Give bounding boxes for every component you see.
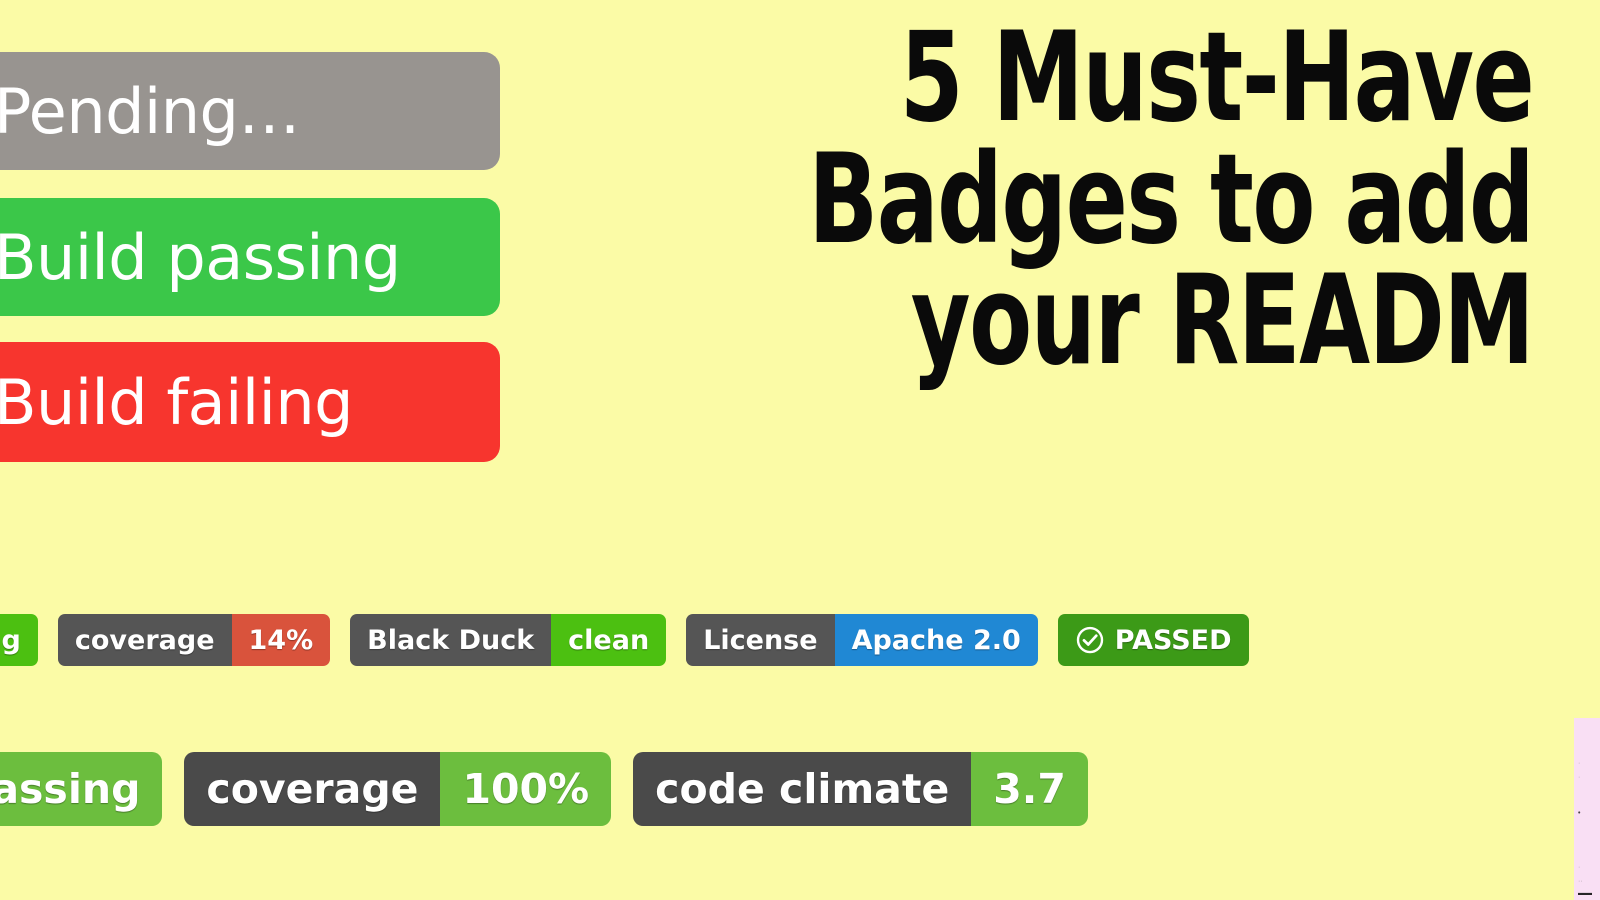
badge-row-middle: sing coverage 14% Black Duck clean Licen… xyxy=(0,614,1249,666)
right-edge-fragment: · xyxy=(1578,774,1581,781)
shield-coverage-14: coverage 14% xyxy=(57,614,331,666)
shield-black-duck: Black Duck clean xyxy=(350,614,667,666)
shield-passed-label: PASSED xyxy=(1114,624,1232,656)
status-badge-build-failing-label: Build failing xyxy=(0,365,354,439)
slide-canvas: Pending… Build passing Build failing 5 M… xyxy=(0,0,1600,900)
badge-row-bottom: passing coverage 100% code climate 3.7 xyxy=(0,752,1088,826)
status-badge-pending: Pending… xyxy=(0,52,500,170)
status-badge-build-passing: Build passing xyxy=(0,198,500,316)
right-edge-fragment: · xyxy=(1578,864,1581,871)
shield-license-apache: License Apache 2.0 xyxy=(686,614,1038,666)
shield-license-apache-value: Apache 2.0 xyxy=(834,614,1038,666)
status-badge-pending-label: Pending… xyxy=(0,74,300,148)
shield-coverage-100: coverage 100% xyxy=(184,752,612,826)
shield-coverage-14-value: 14% xyxy=(231,614,331,666)
shield-build-passing-small-value: sing xyxy=(0,614,38,666)
shield-passed: PASSED xyxy=(1057,614,1249,666)
right-edge-fragment: • xyxy=(1578,810,1581,817)
shield-black-duck-label: Black Duck xyxy=(350,614,552,666)
shield-build-passing-large-value: passing xyxy=(0,752,163,826)
shield-coverage-100-value: 100% xyxy=(440,752,612,826)
shield-coverage-100-label: coverage xyxy=(184,752,441,826)
shield-black-duck-value: clean xyxy=(551,614,667,666)
status-badge-build-failing: Build failing xyxy=(0,342,500,462)
page-title: 5 Must-Have Badges to add your READM xyxy=(660,6,1535,394)
shield-code-climate-label: code climate xyxy=(633,752,972,826)
right-edge-panel: · · • · ·· ▬▬ xyxy=(1574,718,1600,900)
shield-build-passing-large: passing xyxy=(0,752,163,826)
shield-build-passing-small: sing xyxy=(0,614,38,666)
shield-passed-content: PASSED xyxy=(1057,614,1249,666)
shield-coverage-14-label: coverage xyxy=(57,614,232,666)
status-badge-build-passing-label: Build passing xyxy=(0,220,401,294)
page-title-line-3: your READM xyxy=(910,249,1535,394)
shield-code-climate: code climate 3.7 xyxy=(633,752,1088,826)
right-edge-fragment: ·· xyxy=(1578,878,1583,885)
page-title-line-1: 5 Must-Have xyxy=(899,6,1535,150)
check-circle-icon xyxy=(1076,626,1103,654)
shield-license-apache-label: License xyxy=(686,614,835,666)
right-edge-fragment: ▬▬ xyxy=(1578,890,1592,897)
shield-code-climate-value: 3.7 xyxy=(971,752,1088,826)
page-title-line-2: Badges to add xyxy=(808,127,1534,272)
right-edge-fragment: · xyxy=(1578,760,1581,767)
